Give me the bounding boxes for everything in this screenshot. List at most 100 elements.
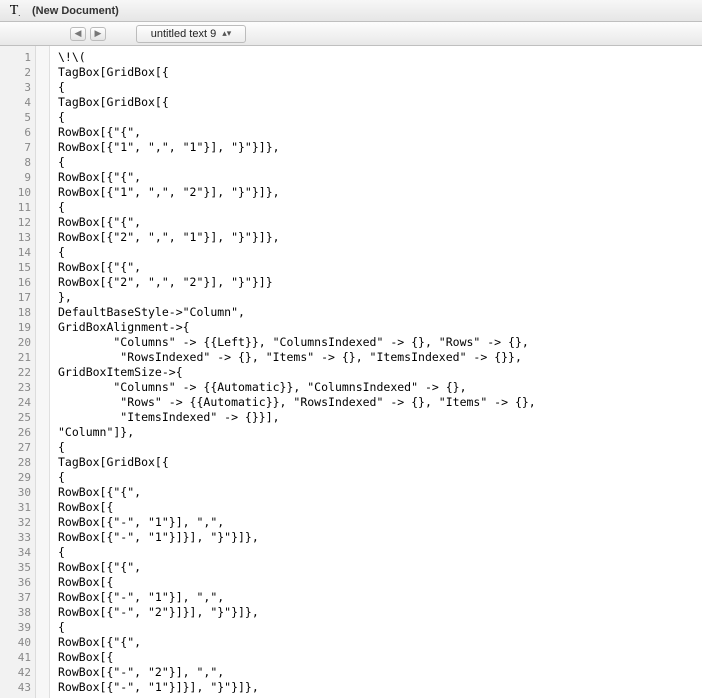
line-number: 22	[0, 365, 31, 380]
dropdown-caret-icon: ▴▾	[222, 29, 231, 38]
line-number: 41	[0, 650, 31, 665]
code-line: {	[58, 155, 702, 170]
code-line: RowBox[{"{",	[58, 260, 702, 275]
line-number: 12	[0, 215, 31, 230]
code-line: GridBoxAlignment->{	[58, 320, 702, 335]
line-number: 3	[0, 80, 31, 95]
code-line: RowBox[{"{",	[58, 170, 702, 185]
nav-back-button[interactable]: ◀	[70, 27, 86, 41]
app-icon-sub: .	[18, 9, 20, 18]
line-number: 6	[0, 125, 31, 140]
code-line: RowBox[{"{",	[58, 215, 702, 230]
line-number: 42	[0, 665, 31, 680]
fold-bar	[36, 46, 50, 698]
line-number: 31	[0, 500, 31, 515]
code-line: {	[58, 245, 702, 260]
code-line: TagBox[GridBox[{	[58, 455, 702, 470]
line-number: 35	[0, 560, 31, 575]
tab-bar: ◀ ▶ untitled text 9 ▴▾	[0, 22, 702, 46]
file-tab-label: untitled text 9	[151, 28, 216, 40]
line-number: 11	[0, 200, 31, 215]
line-number: 7	[0, 140, 31, 155]
nav-forward-button[interactable]: ▶	[90, 27, 106, 41]
line-number: 18	[0, 305, 31, 320]
code-line: RowBox[{"2", ",", "2"}], "}"}]}	[58, 275, 702, 290]
code-line: {	[58, 470, 702, 485]
code-line: RowBox[{"2", ",", "1"}], "}"}]},	[58, 230, 702, 245]
app-icon-main: T	[10, 3, 19, 19]
line-number: 23	[0, 380, 31, 395]
code-line: "Rows" -> {{Automatic}}, "RowsIndexed" -…	[58, 395, 702, 410]
line-number: 27	[0, 440, 31, 455]
line-number: 33	[0, 530, 31, 545]
line-number: 37	[0, 590, 31, 605]
line-number: 10	[0, 185, 31, 200]
line-number: 30	[0, 485, 31, 500]
line-number: 43	[0, 680, 31, 695]
line-number: 36	[0, 575, 31, 590]
code-line: RowBox[{"1", ",", "2"}], "}"}]},	[58, 185, 702, 200]
line-number: 8	[0, 155, 31, 170]
line-number: 20	[0, 335, 31, 350]
code-line: },	[58, 290, 702, 305]
line-number: 26	[0, 425, 31, 440]
code-line: {	[58, 440, 702, 455]
code-line: RowBox[{"-", "1"}]}], "}"}]},	[58, 530, 702, 545]
line-number: 25	[0, 410, 31, 425]
code-line: RowBox[{"{",	[58, 560, 702, 575]
line-number: 39	[0, 620, 31, 635]
code-line: RowBox[{"-", "2"}], ",",	[58, 665, 702, 680]
code-line: {	[58, 200, 702, 215]
line-number: 4	[0, 95, 31, 110]
line-number: 1	[0, 50, 31, 65]
line-number: 19	[0, 320, 31, 335]
line-number: 34	[0, 545, 31, 560]
line-number: 29	[0, 470, 31, 485]
code-line: RowBox[{	[58, 500, 702, 515]
code-line: TagBox[GridBox[{	[58, 65, 702, 80]
line-number-gutter: 1234567891011121314151617181920212223242…	[0, 46, 36, 698]
code-line: RowBox[{"-", "2"}]}], "}"}]},	[58, 605, 702, 620]
code-line: {	[58, 545, 702, 560]
code-line: \!\(	[58, 50, 702, 65]
line-number: 28	[0, 455, 31, 470]
code-line: {	[58, 620, 702, 635]
line-number: 15	[0, 260, 31, 275]
line-number: 38	[0, 605, 31, 620]
code-line: RowBox[{"{",	[58, 125, 702, 140]
code-line: RowBox[{"-", "1"}], ",",	[58, 590, 702, 605]
line-number: 14	[0, 245, 31, 260]
code-line: RowBox[{"{",	[58, 635, 702, 650]
line-number: 5	[0, 110, 31, 125]
code-line: "Columns" -> {{Automatic}}, "ColumnsInde…	[58, 380, 702, 395]
app-icon: T.	[6, 3, 24, 19]
editor-area: 1234567891011121314151617181920212223242…	[0, 46, 702, 698]
file-tab[interactable]: untitled text 9 ▴▾	[136, 25, 246, 43]
code-line: "RowsIndexed" -> {}, "Items" -> {}, "Ite…	[58, 350, 702, 365]
code-line: GridBoxItemSize->{	[58, 365, 702, 380]
code-line: RowBox[{"{",	[58, 485, 702, 500]
code-line: "ItemsIndexed" -> {}}],	[58, 410, 702, 425]
code-line: RowBox[{"-", "1"}]}], "}"}]},	[58, 680, 702, 695]
line-number: 2	[0, 65, 31, 80]
line-number: 16	[0, 275, 31, 290]
code-line: "Column"]},	[58, 425, 702, 440]
line-number: 24	[0, 395, 31, 410]
titlebar: T. (New Document)	[0, 0, 702, 22]
code-line: {	[58, 110, 702, 125]
code-line: RowBox[{	[58, 575, 702, 590]
line-number: 9	[0, 170, 31, 185]
code-line: RowBox[{	[58, 650, 702, 665]
code-line: RowBox[{"-", "1"}], ",",	[58, 515, 702, 530]
line-number: 17	[0, 290, 31, 305]
code-line: TagBox[GridBox[{	[58, 95, 702, 110]
line-number: 13	[0, 230, 31, 245]
code-line: "Columns" -> {{Left}}, "ColumnsIndexed" …	[58, 335, 702, 350]
line-number: 32	[0, 515, 31, 530]
code-content[interactable]: \!\(TagBox[GridBox[{{TagBox[GridBox[{{Ro…	[50, 46, 702, 698]
line-number: 21	[0, 350, 31, 365]
window-title: (New Document)	[32, 5, 119, 17]
code-line: {	[58, 80, 702, 95]
code-line: DefaultBaseStyle->"Column",	[58, 305, 702, 320]
line-number: 40	[0, 635, 31, 650]
